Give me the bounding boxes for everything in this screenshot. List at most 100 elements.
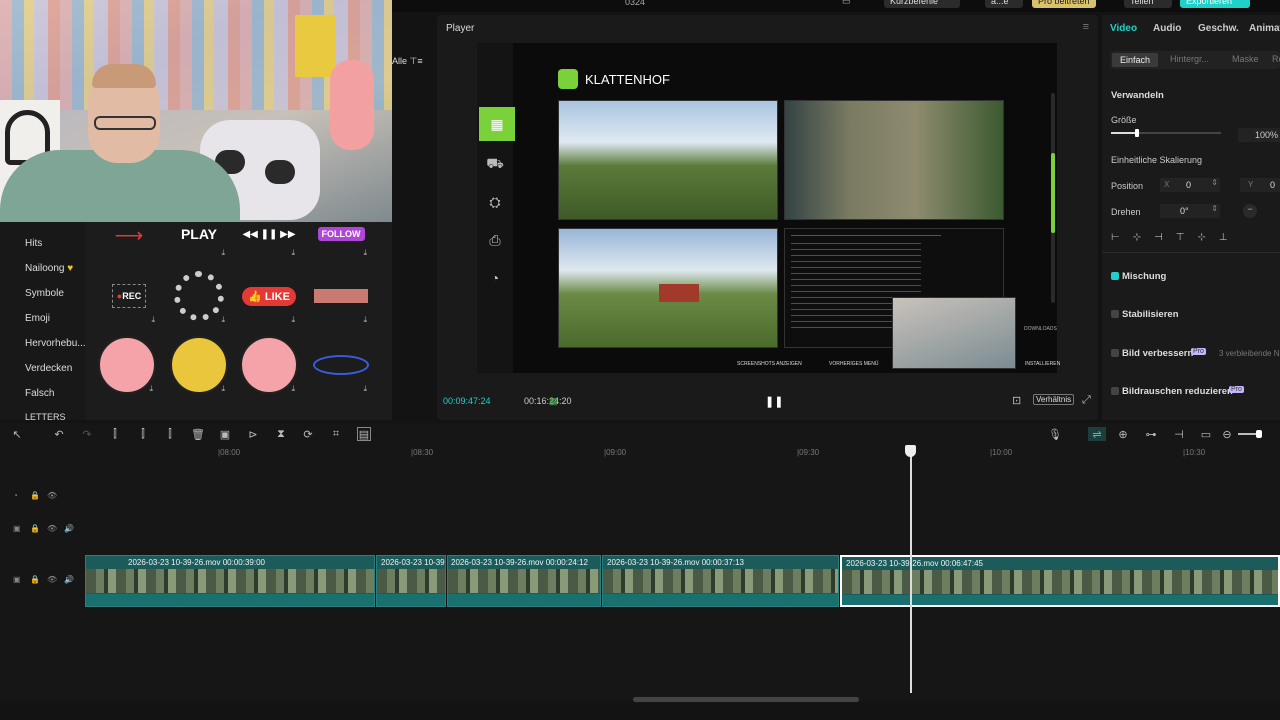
rotate-icon[interactable]: ⟳ (301, 427, 315, 441)
video-clip[interactable]: 2026-03-23 10-39-26.mov 00:00:39:00 (85, 555, 375, 607)
time-ruler[interactable]: |08:00 |08:30 |09:00 |09:30 |10:00 |10:3… (85, 445, 1280, 461)
stepper-icon[interactable]: ⇕ (1211, 178, 1218, 187)
category-nailoong[interactable]: Nailoong ♥ (25, 263, 73, 274)
eye-icon[interactable]: 👁 (47, 491, 57, 501)
eye-icon[interactable]: 👁 (47, 524, 57, 534)
tab-animation[interactable]: Animat (1249, 23, 1280, 34)
chain-icon[interactable]: ⊶ (1144, 427, 1158, 441)
subtab-mask[interactable]: Maske (1232, 54, 1259, 64)
playhead[interactable] (910, 447, 912, 693)
enhance-checkbox[interactable] (1111, 349, 1119, 357)
size-slider-handle[interactable] (1135, 129, 1139, 137)
split-left-icon[interactable]: ⫿ (136, 427, 150, 441)
microphone-icon[interactable]: 🎙 (1048, 427, 1062, 441)
share-button[interactable]: Teilen (1124, 0, 1172, 8)
crop-icon[interactable]: ⌗ (329, 427, 343, 441)
play-circle-icon[interactable]: ⊳ (246, 427, 260, 441)
redo-icon[interactable]: ↷ (80, 427, 94, 441)
split-right-icon[interactable]: ⫿ (163, 427, 177, 441)
sticker-rec[interactable]: ●REC ⤓ (100, 267, 158, 325)
zoom-slider[interactable] (1238, 430, 1262, 438)
speaker-icon[interactable]: 🔊 (64, 575, 74, 585)
select-icon[interactable]: ↖ (10, 427, 24, 441)
sticker-blush-face[interactable]: ⤓ (240, 336, 298, 394)
video-clip-selected[interactable]: 2026-03-23 10-39-26.mov 00:06:47:45 (840, 555, 1280, 607)
video-clip[interactable]: 2026-03-23 10-39-26.mov 00:00:37:13 (602, 555, 839, 607)
export-button[interactable]: Exportieren (1180, 0, 1250, 8)
pause-button[interactable]: ❚❚ (765, 395, 783, 408)
pos-x-field[interactable]: X 0 ⇕ (1160, 178, 1220, 192)
rotate-dial-icon[interactable]: − (1243, 204, 1257, 218)
lock-icon[interactable]: 🔒 (30, 575, 40, 585)
fullscreen-icon[interactable]: ⤢ (1082, 394, 1091, 407)
split-icon[interactable]: ⫿ (108, 427, 122, 441)
category-letters[interactable]: LETTERS (25, 412, 66, 422)
zoom-out-icon[interactable]: ⊖ (1220, 427, 1234, 441)
pos-y-field[interactable]: Y 0 (1240, 178, 1280, 192)
mix-checkbox[interactable] (1111, 272, 1119, 280)
ratio-button[interactable]: Verhältnis (1033, 394, 1075, 405)
category-hervorhebung[interactable]: Hervorhebu... (25, 338, 86, 349)
category-falsch[interactable]: Falsch (25, 388, 54, 399)
sticker-blue-circle[interactable]: ⤓ (312, 336, 370, 394)
subtab-basic[interactable]: Einfach (1112, 53, 1158, 67)
pro-button[interactable]: Pro beitreten (1032, 0, 1096, 8)
rotate-field[interactable]: 0° ⇕ (1160, 204, 1220, 218)
stabilize-checkbox[interactable] (1111, 310, 1119, 318)
rotate-value: 0° (1180, 206, 1189, 216)
shortcuts-button[interactable]: Kurzbefehle (884, 0, 960, 8)
sticker-yellow-face[interactable]: ⤓ (170, 336, 228, 394)
sticker-like[interactable]: 👍 LIKE ⤓ (240, 267, 298, 325)
grid-view-icon[interactable]: ▦ (549, 396, 558, 407)
video-preview[interactable]: ▦ ⛟ ⛭ ⎙ ◔ KLATTENHOF DOWNLOADS SCREENSHO… (477, 43, 1060, 373)
stepper-icon[interactable]: ⇕ (1211, 204, 1218, 213)
filter-button[interactable]: Alle ⊤≡ (392, 56, 428, 70)
scrollbar[interactable] (1051, 93, 1055, 303)
layout-icon[interactable]: ▭ (836, 0, 851, 8)
delete-icon[interactable]: 🗑 (191, 427, 205, 441)
category-hits[interactable]: Hits (25, 238, 42, 249)
fit-icon[interactable]: ⊡ (1012, 394, 1021, 407)
category-symbole[interactable]: Symbole (25, 288, 64, 299)
size-slider[interactable] (1111, 129, 1221, 137)
sticker-highlight-bar[interactable]: ⤓ (312, 267, 370, 325)
lock-icon[interactable]: 🔒 (30, 491, 40, 501)
undo-icon[interactable]: ↶ (52, 427, 66, 441)
tab-speed[interactable]: Geschw. (1198, 23, 1239, 34)
speaker-icon[interactable]: 🔊 (64, 524, 74, 534)
sticker-follow[interactable]: FOLLOW ⤓ (312, 222, 370, 258)
sticker-loading[interactable]: ⤓ (170, 267, 228, 325)
align-icons[interactable]: ⊢⊹⊣⊤⊹⊥ (1111, 232, 1241, 243)
category-verdecken[interactable]: Verdecken (25, 363, 72, 374)
size-slider-fill (1111, 132, 1136, 134)
mirror-icon[interactable]: ⧗ (274, 427, 288, 441)
tab-audio[interactable]: Audio (1153, 23, 1181, 34)
playhead-handle[interactable] (905, 445, 916, 457)
zoom-slider-handle[interactable] (1256, 430, 1262, 438)
ruler-tick: |08:00 (218, 448, 241, 457)
scrollbar-thumb[interactable] (1051, 153, 1055, 233)
subtab-more[interactable]: Re (1272, 54, 1280, 64)
denoise-checkbox[interactable] (1111, 387, 1119, 395)
tab-video[interactable]: Video (1110, 23, 1137, 34)
snap-icon[interactable]: ⊣ (1172, 427, 1186, 441)
sticker-red-arrow[interactable]: ⟶ (100, 222, 158, 258)
size-value[interactable]: 100% (1238, 128, 1280, 142)
subtab-background[interactable]: Hintergr... (1170, 54, 1209, 64)
video-clip[interactable]: 2026-03-23 10-39- (376, 555, 446, 607)
sticker-pink-face[interactable]: ⤓ (98, 336, 156, 394)
sticker-media-controls[interactable]: ◀◀ ❚❚ ▶▶ ⤓ (240, 222, 298, 258)
timeline-scrollbar[interactable] (633, 697, 859, 702)
preview-icon[interactable]: ▭ (1199, 427, 1213, 441)
magnet-icon[interactable]: ⇌ (1088, 427, 1106, 441)
lock-icon[interactable]: 🔒 (30, 524, 40, 534)
freeze-icon[interactable]: ▣ (218, 427, 232, 441)
ai-icon[interactable]: ▤ (357, 427, 371, 441)
video-clip[interactable]: 2026-03-23 10-39-26.mov 00:00:24:12 (447, 555, 601, 607)
link-icon[interactable]: ⊕ (1116, 427, 1130, 441)
user-button[interactable]: a...e (985, 0, 1023, 8)
category-emoji[interactable]: Emoji (25, 313, 50, 324)
menu-icon[interactable]: ≡ (1083, 21, 1089, 33)
sticker-play[interactable]: PLAY ⤓ (170, 222, 228, 258)
eye-icon[interactable]: 👁 (47, 575, 57, 585)
